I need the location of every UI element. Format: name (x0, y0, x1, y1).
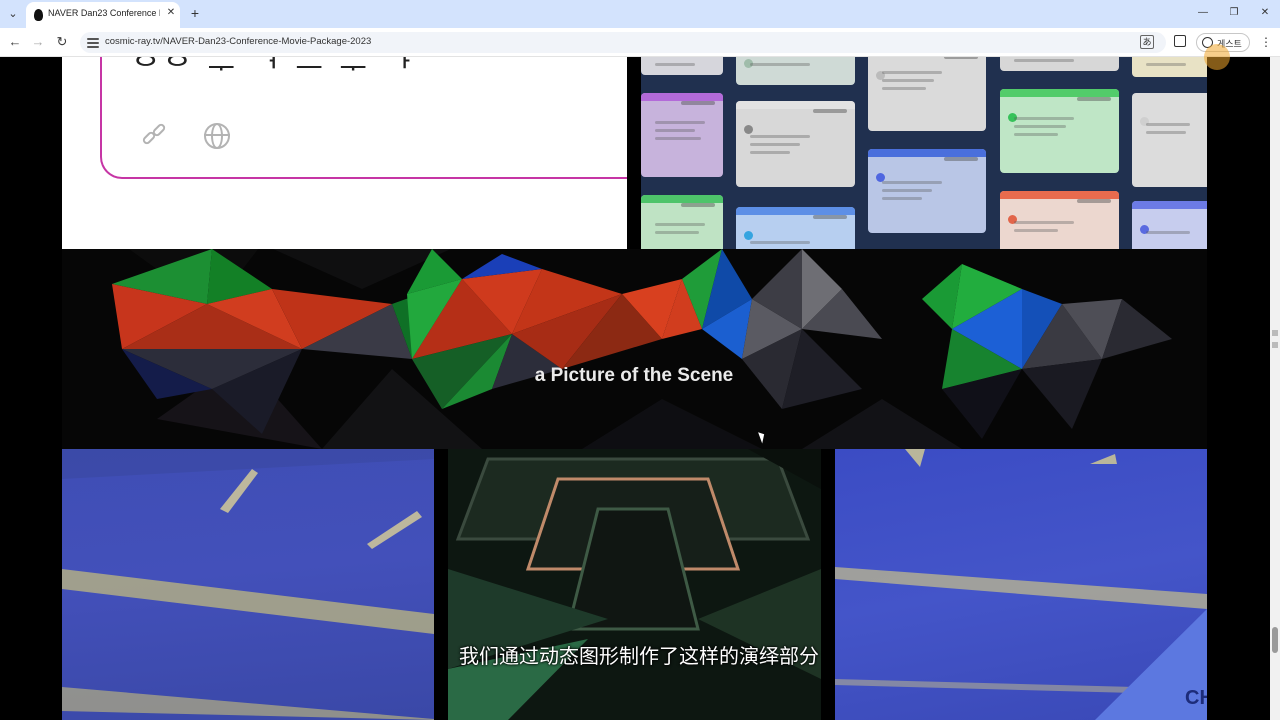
site-info-icon[interactable] (87, 36, 99, 48)
back-button[interactable]: ← (7, 34, 23, 50)
chat-card (1132, 93, 1207, 187)
favicon-icon (34, 9, 43, 21)
chevron-down-icon: ⌄ (8, 8, 18, 20)
globe-icon (204, 123, 230, 149)
chat-card (1132, 201, 1207, 249)
close-window-button[interactable]: ✕ (1258, 6, 1272, 20)
ceiling-photo-graphic (448, 449, 821, 720)
chat-card (736, 101, 855, 187)
reload-button[interactable]: ↻ (54, 34, 70, 50)
video-subtitle: 我们通过动态图形制作了这样的演绎部分 (459, 646, 819, 668)
translate-icon[interactable]: あ (1140, 35, 1154, 49)
chat-card (868, 57, 986, 131)
section-title: a Picture of the Scene (534, 365, 734, 386)
sign-partial-text: CH (1185, 687, 1207, 709)
chat-card (641, 195, 723, 249)
minimize-button[interactable]: — (1196, 6, 1210, 20)
chat-card (1000, 191, 1119, 249)
venue-photo-3: CH (835, 449, 1207, 720)
chat-card (641, 57, 723, 75)
venue-photo-1 (62, 449, 434, 720)
profile-card-image: ᄋᄋ ᅮ ᅥ ᅳ ᅮ ᅡ (62, 57, 627, 249)
chat-card (868, 149, 986, 233)
page-scrollbar[interactable] (1270, 57, 1280, 720)
url-text[interactable]: cosmic-ray.tv/NAVER-Dan23-Conference-Mov… (105, 36, 371, 47)
chat-card (641, 93, 723, 177)
low-poly-background (62, 249, 1207, 449)
card-outline (100, 57, 627, 179)
restore-button[interactable]: ❐ (1227, 6, 1241, 20)
scroll-thumb[interactable] (1272, 627, 1278, 653)
watermark-logo-icon (1204, 44, 1230, 70)
channel-watermark-logo (1190, 34, 1280, 84)
chat-card (1000, 89, 1119, 173)
close-tab-button[interactable]: ✕ (165, 7, 177, 21)
chat-ui-collage-image (641, 57, 1207, 249)
tab-search-button[interactable]: ⌄ (4, 5, 22, 23)
polygon-graphic-banner (62, 249, 1207, 449)
ceiling-photo-graphic (835, 449, 1207, 720)
side-panel-icon[interactable] (1174, 35, 1186, 47)
ceiling-photo-graphic (62, 449, 434, 720)
browser-toolbar: ← → ↻ cosmic-ray.tv/NAVER-Dan23-Conferen… (0, 28, 1280, 57)
web-page: ᄋᄋ ᅮ ᅥ ᅳ ᅮ ᅡ a Picture of the Scene CH 我… (0, 57, 1280, 720)
new-tab-button[interactable]: + (187, 5, 203, 21)
tab-strip: ⌄ NAVER Dan23 Conference Movie Package 2… (0, 0, 1280, 28)
forward-button[interactable]: → (30, 34, 46, 50)
link-icon (141, 122, 168, 149)
chat-card (736, 207, 855, 249)
chat-card (736, 57, 855, 85)
browser-tab[interactable]: NAVER Dan23 Conference Movie Package 202… (26, 2, 180, 28)
tab-title: NAVER Dan23 Conference Movie Package 202… (48, 8, 160, 18)
address-bar[interactable]: cosmic-ray.tv/NAVER-Dan23-Conference-Mov… (80, 32, 1166, 53)
chat-card (1000, 57, 1119, 71)
scroll-marker (1272, 330, 1278, 336)
scroll-marker (1272, 342, 1278, 348)
venue-photo-2 (448, 449, 821, 720)
